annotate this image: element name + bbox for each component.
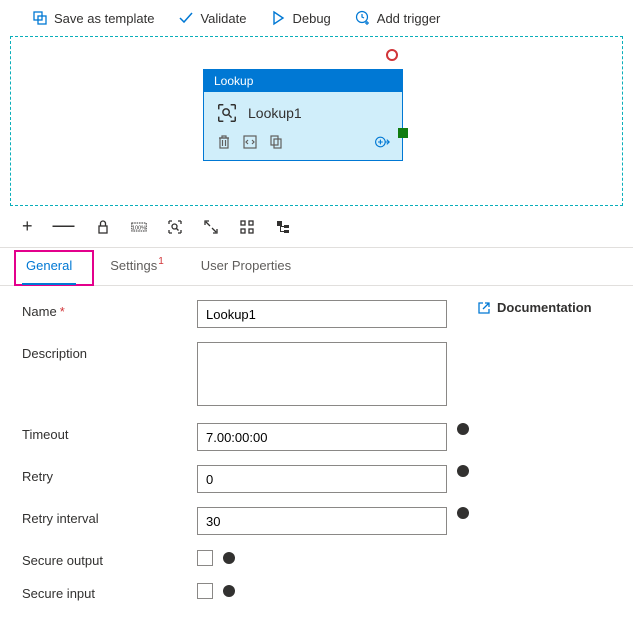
secure-output-checkbox[interactable] xyxy=(197,550,213,566)
add-trigger-button[interactable]: Add trigger xyxy=(355,10,441,26)
timeout-input[interactable] xyxy=(197,423,447,451)
save-template-icon xyxy=(32,10,48,26)
activity-type-label: Lookup xyxy=(204,70,402,92)
top-toolbar: Save as template Validate Debug Add trig… xyxy=(0,0,633,36)
zoom-100-icon[interactable]: 100% xyxy=(131,219,147,235)
timeout-label: Timeout xyxy=(22,423,197,442)
clock-plus-icon xyxy=(355,10,371,26)
general-form: Name* Documentation Description Timeout … xyxy=(0,286,633,617)
tab-general-label: General xyxy=(26,258,72,273)
debug-button[interactable]: Debug xyxy=(270,10,330,26)
documentation-link[interactable]: Documentation xyxy=(477,300,592,315)
lookup-icon xyxy=(216,102,238,124)
retry-interval-label: Retry interval xyxy=(22,507,197,526)
zoom-out-button[interactable]: — xyxy=(53,220,75,230)
checkmark-icon xyxy=(178,10,194,26)
retry-input[interactable] xyxy=(197,465,447,493)
name-label: Name* xyxy=(22,300,197,319)
name-input[interactable] xyxy=(197,300,447,328)
retry-label: Retry xyxy=(22,465,197,484)
validate-button[interactable]: Validate xyxy=(178,10,246,26)
code-icon[interactable] xyxy=(242,134,258,150)
secure-output-label: Secure output xyxy=(22,549,197,568)
activity-body: Lookup1 xyxy=(204,92,402,130)
pipeline-canvas[interactable]: Lookup Lookup1 xyxy=(10,36,623,206)
trash-icon[interactable] xyxy=(216,134,232,150)
svg-text:100%: 100% xyxy=(131,225,145,231)
tab-settings-label: Settings xyxy=(110,258,157,273)
zoom-in-button[interactable]: + xyxy=(22,216,33,237)
description-input[interactable] xyxy=(197,342,447,406)
info-icon[interactable] xyxy=(223,552,235,564)
add-trigger-label: Add trigger xyxy=(377,11,441,26)
lock-icon[interactable] xyxy=(95,219,111,235)
info-icon[interactable] xyxy=(457,507,469,519)
tab-settings[interactable]: Settings1 xyxy=(106,248,167,285)
save-as-template-label: Save as template xyxy=(54,11,154,26)
validation-error-indicator-icon xyxy=(386,49,398,61)
save-as-template-button[interactable]: Save as template xyxy=(32,10,154,26)
validate-label: Validate xyxy=(200,11,246,26)
activity-node-lookup[interactable]: Lookup Lookup1 xyxy=(203,69,403,161)
tab-settings-badge: 1 xyxy=(158,256,164,267)
retry-interval-input[interactable] xyxy=(197,507,447,535)
info-icon[interactable] xyxy=(457,423,469,435)
debug-label: Debug xyxy=(292,11,330,26)
documentation-label: Documentation xyxy=(497,300,592,315)
tab-general[interactable]: General xyxy=(22,248,76,285)
success-connector-handle[interactable] xyxy=(398,128,408,138)
activity-name-label: Lookup1 xyxy=(248,105,302,121)
canvas-toolbar: + — 100% xyxy=(0,206,633,248)
tabs-bar: General Settings1 User Properties xyxy=(0,248,633,286)
external-link-icon xyxy=(477,301,491,315)
hierarchy-icon[interactable] xyxy=(275,219,291,235)
info-icon[interactable] xyxy=(223,585,235,597)
add-output-arrow-icon[interactable] xyxy=(374,134,390,150)
fullscreen-icon[interactable] xyxy=(203,219,219,235)
copy-icon[interactable] xyxy=(268,134,284,150)
tab-user-properties-label: User Properties xyxy=(201,258,291,273)
auto-align-icon[interactable] xyxy=(239,219,255,235)
description-label: Description xyxy=(22,342,197,361)
play-icon xyxy=(270,10,286,26)
activity-footer xyxy=(204,130,402,160)
tab-user-properties[interactable]: User Properties xyxy=(197,248,295,285)
secure-input-label: Secure input xyxy=(22,582,197,601)
secure-input-checkbox[interactable] xyxy=(197,583,213,599)
zoom-fit-icon[interactable] xyxy=(167,219,183,235)
info-icon[interactable] xyxy=(457,465,469,477)
